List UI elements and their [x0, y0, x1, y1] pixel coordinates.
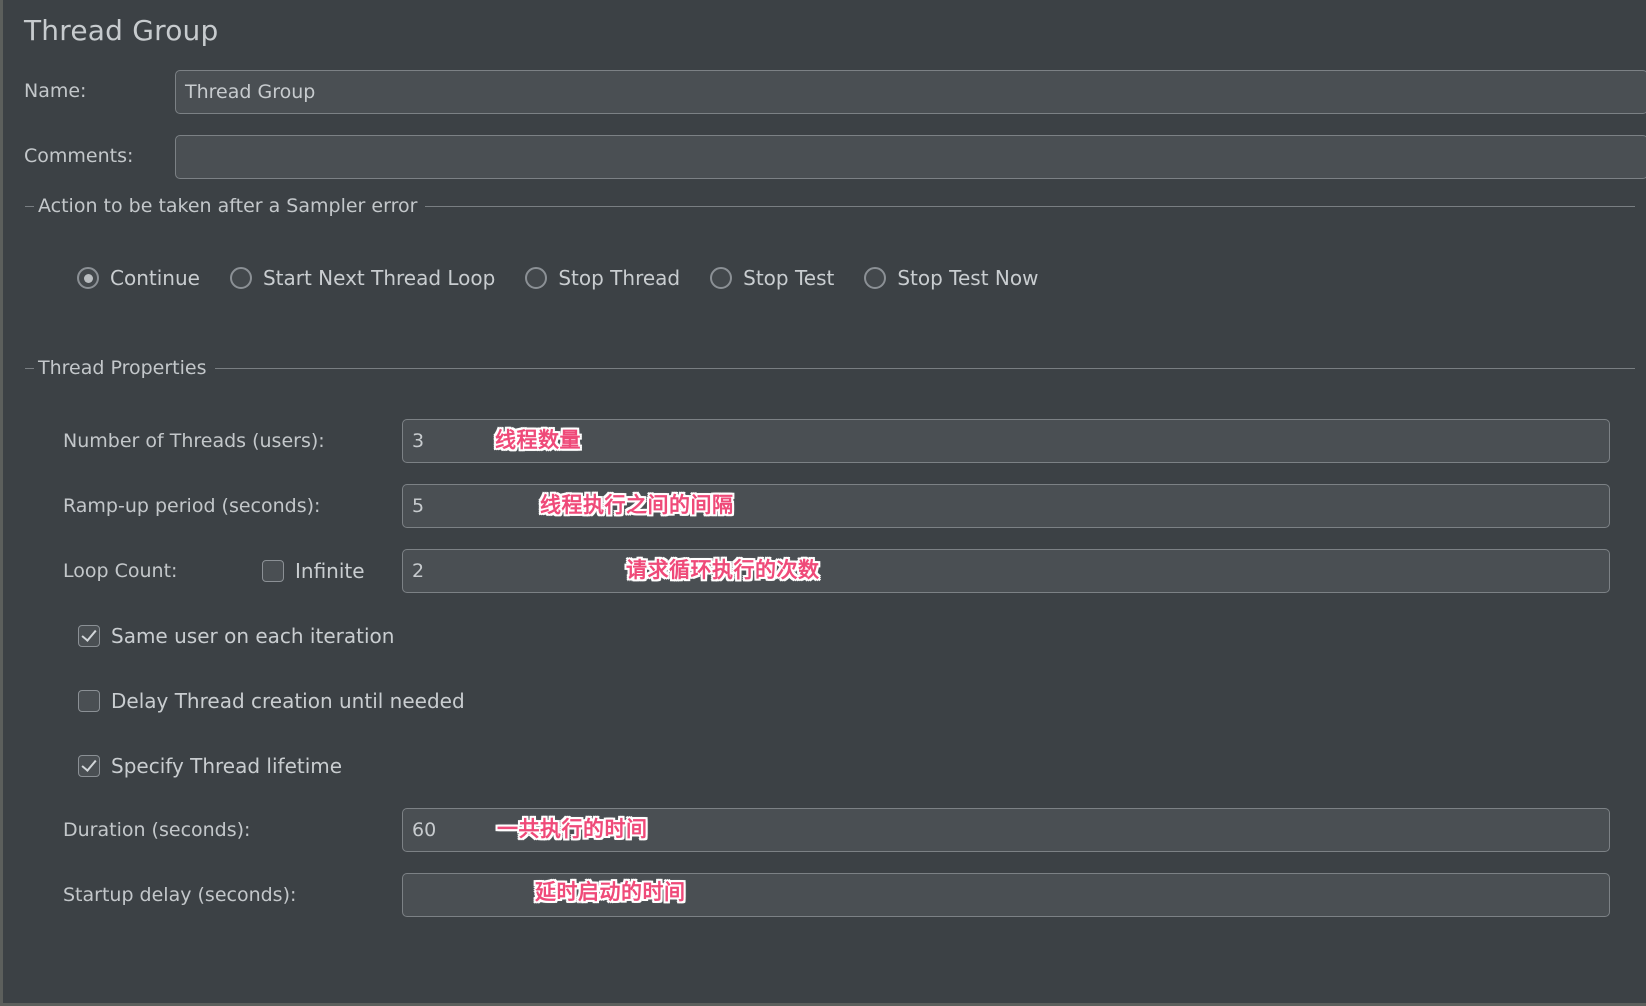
radio-label: Stop Thread	[558, 266, 681, 290]
number-of-threads-label: Number of Threads (users):	[63, 430, 325, 452]
ramp-up-period-label: Ramp-up period (seconds):	[63, 495, 321, 517]
infinite-label: Infinite	[295, 559, 365, 583]
same-user-label: Same user on each iteration	[111, 624, 395, 648]
specify-thread-lifetime-checkbox[interactable]: Specify Thread lifetime	[78, 754, 342, 778]
annotation-threads: 线程数量	[495, 428, 581, 452]
group-line	[425, 205, 1635, 207]
comments-input[interactable]	[175, 135, 1646, 179]
page-title: Thread Group	[24, 14, 219, 47]
thread-properties-group-title: Thread Properties	[38, 357, 207, 379]
radio-icon	[229, 267, 252, 289]
same-user-checkbox[interactable]: Same user on each iteration	[78, 624, 394, 648]
sampler-error-group-separator: Action to be taken after a Sampler error	[25, 195, 1635, 217]
specify-thread-lifetime-label: Specify Thread lifetime	[111, 754, 343, 778]
group-tick	[25, 368, 34, 369]
name-input[interactable]: Thread Group	[175, 70, 1646, 114]
annotation-loop-count: 请求循环执行的次数	[626, 558, 820, 582]
startup-delay-label: Startup delay (seconds):	[63, 884, 297, 906]
checkbox-icon	[78, 625, 100, 647]
checkbox-icon	[78, 755, 100, 777]
sampler-error-group-title: Action to be taken after a Sampler error	[38, 195, 418, 217]
delay-thread-creation-checkbox[interactable]: Delay Thread creation until needed	[78, 689, 465, 713]
checkbox-icon	[262, 560, 284, 582]
radio-icon	[864, 267, 887, 289]
radio-label: Continue	[110, 266, 200, 290]
radio-icon	[710, 267, 733, 289]
radio-icon	[525, 267, 548, 289]
radio-stop-test[interactable]: Stop Test	[710, 266, 834, 290]
sampler-error-radio-group[interactable]: Continue Start Next Thread Loop Stop Thr…	[77, 266, 1068, 290]
checkbox-icon	[78, 690, 100, 712]
annotation-startup-delay: 延时启动的时间	[535, 880, 686, 904]
comments-label: Comments:	[24, 145, 134, 167]
radio-stop-test-now[interactable]: Stop Test Now	[864, 266, 1038, 290]
delay-thread-creation-label: Delay Thread creation until needed	[111, 689, 465, 713]
infinite-checkbox[interactable]: Infinite	[262, 559, 365, 583]
loop-count-label: Loop Count:	[63, 560, 178, 582]
thread-group-panel: Thread Group Name: Thread Group Comments…	[0, 0, 1646, 1006]
number-of-threads-input[interactable]: 3	[402, 419, 1610, 463]
radio-stop-thread[interactable]: Stop Thread	[525, 266, 680, 290]
duration-label: Duration (seconds):	[63, 819, 251, 841]
thread-properties-group-separator: Thread Properties	[25, 357, 1635, 379]
radio-label: Start Next Thread Loop	[262, 266, 496, 290]
radio-continue[interactable]: Continue	[77, 266, 200, 290]
annotation-duration: 一共执行的时间	[497, 817, 648, 841]
radio-label: Stop Test Now	[897, 266, 1039, 290]
radio-start-next-thread-loop[interactable]: Start Next Thread Loop	[229, 266, 496, 290]
group-line	[214, 367, 1635, 369]
radio-label: Stop Test	[743, 266, 835, 290]
radio-icon	[77, 267, 99, 289]
group-tick	[25, 206, 34, 207]
name-label: Name:	[24, 80, 87, 102]
annotation-ramp-up: 线程执行之间的间隔	[540, 493, 734, 517]
loop-count-input[interactable]: 2	[402, 549, 1610, 593]
